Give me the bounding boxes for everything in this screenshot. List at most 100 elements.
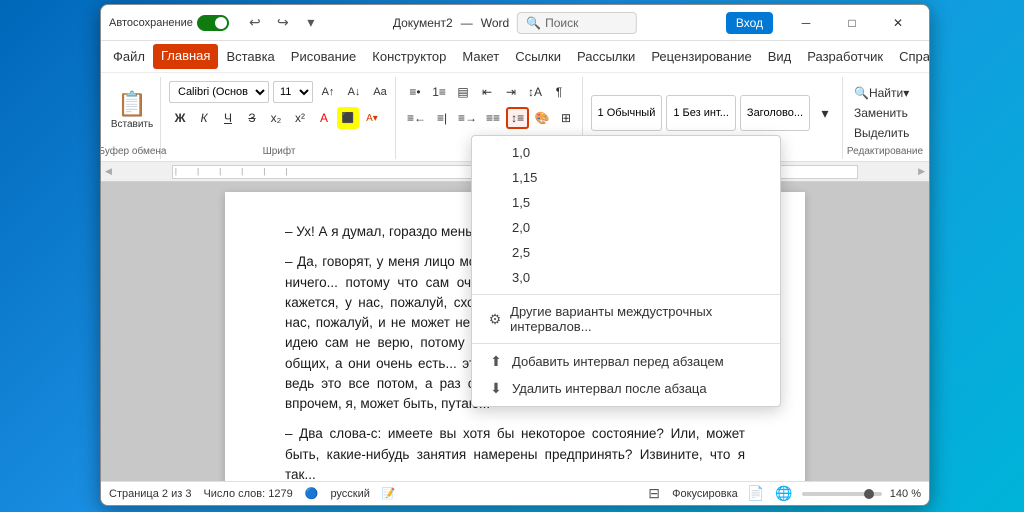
sort-button[interactable]: ↕A: [524, 81, 546, 103]
styles-more-button[interactable]: ▾: [814, 95, 836, 131]
paste-button[interactable]: 📋 Вставить: [111, 84, 153, 138]
ruler-end-indicator: ▶: [918, 166, 925, 177]
strikethrough-button[interactable]: З: [241, 107, 263, 129]
search-box[interactable]: 🔍 Поиск: [517, 12, 637, 34]
undo-button[interactable]: ↩: [243, 11, 267, 35]
settings-icon: ⚙: [488, 311, 502, 328]
menu-item-refs[interactable]: Ссылки: [507, 45, 569, 68]
spacing-1.5[interactable]: 1,5: [472, 190, 780, 215]
underline-button[interactable]: Ч: [217, 107, 239, 129]
spacing-1.15[interactable]: 1,15: [472, 165, 780, 190]
bullets-button[interactable]: ≡•: [404, 81, 426, 103]
spacing-2.0[interactable]: 2,0: [472, 215, 780, 240]
dropdown-divider-1: [472, 294, 780, 295]
subscript-button[interactable]: x₂: [265, 107, 287, 129]
spacing-2.0-label: 2,0: [512, 220, 530, 235]
menu-item-view[interactable]: Вид: [760, 45, 800, 68]
font-size-decrease[interactable]: A↓: [343, 81, 365, 103]
zoom-slider[interactable]: [802, 492, 882, 496]
font-size-increase[interactable]: A↑: [317, 81, 339, 103]
web-layout-button[interactable]: 🌐: [774, 484, 794, 504]
menu-item-dev[interactable]: Разработчик: [799, 45, 891, 68]
menu-item-help[interactable]: Справка: [891, 45, 930, 68]
signin-button[interactable]: Вход: [726, 12, 773, 34]
style-normal-label: 1 Обычный: [598, 107, 656, 119]
clipboard-group: 📋 Вставить Буфер обмена: [105, 77, 161, 159]
multilevel-button[interactable]: ▤: [452, 81, 474, 103]
language-label: русский: [330, 488, 369, 500]
more-options-item[interactable]: ⚙ Другие варианты междустрочных интервал…: [472, 299, 780, 339]
clear-format-button[interactable]: Aa: [369, 81, 391, 103]
print-layout-button[interactable]: 📄: [746, 484, 766, 504]
font-color-button[interactable]: А: [313, 107, 335, 129]
font-size-select[interactable]: 11: [273, 81, 313, 103]
spacing-1.5-label: 1,5: [512, 195, 530, 210]
menu-item-insert[interactable]: Вставка: [218, 45, 282, 68]
track-changes-icon: 📝: [382, 487, 396, 500]
numbering-button[interactable]: 1≡: [428, 81, 450, 103]
borders-button[interactable]: ⊞: [555, 107, 577, 129]
editing-label: Редактирование: [847, 146, 923, 157]
font-family-select[interactable]: Calibri (Основн.): [169, 81, 269, 103]
replace-button[interactable]: Заменить: [851, 103, 911, 123]
page-info: Страница 2 из 3: [109, 488, 191, 500]
superscript-button[interactable]: x²: [289, 107, 311, 129]
clipboard-label: Буфер обмена: [100, 146, 166, 157]
indent-decrease[interactable]: ⇤: [476, 81, 498, 103]
minimize-button[interactable]: ─: [783, 7, 829, 39]
font-group: Calibri (Основн.) 11 A↑ A↓ Aa Ж К Ч З x₂…: [163, 77, 396, 159]
focus-button[interactable]: ⊟: [644, 484, 664, 504]
highlight-button[interactable]: ⬛: [337, 107, 359, 129]
maximize-button[interactable]: □: [829, 7, 875, 39]
menu-item-layout[interactable]: Макет: [454, 45, 507, 68]
bold-button[interactable]: Ж: [169, 107, 191, 129]
focus-label: Фокусировка: [672, 488, 738, 500]
spacing-2.5-label: 2,5: [512, 245, 530, 260]
autosave-area: Автосохранение: [109, 15, 229, 31]
spacing-3.0[interactable]: 3,0: [472, 265, 780, 290]
style-heading-label: Заголово...: [747, 107, 803, 119]
spacing-2.5[interactable]: 2,5: [472, 240, 780, 265]
line-spacing-dropdown: 1,0 1,15 1,5 2,0 2,5 3,0 ⚙ Другие вариан…: [471, 135, 781, 407]
editing-group: 🔍 Найти▾ Заменить Выделить Редактировани…: [845, 77, 925, 159]
italic-button[interactable]: К: [193, 107, 215, 129]
style-normal[interactable]: 1 Обычный: [591, 95, 663, 131]
menu-item-draw[interactable]: Рисование: [283, 45, 364, 68]
align-center[interactable]: ≡|: [431, 107, 453, 129]
menu-item-home[interactable]: Главная: [153, 44, 218, 69]
menu-item-mail[interactable]: Рассылки: [569, 45, 643, 68]
autosave-label: Автосохранение: [109, 17, 193, 29]
select-button[interactable]: Выделить: [851, 123, 912, 143]
shading-button[interactable]: 🎨: [531, 107, 553, 129]
find-button[interactable]: 🔍 Найти▾: [851, 83, 912, 103]
add-before-item[interactable]: ⬆ Добавить интервал перед абзацем: [472, 348, 780, 375]
align-right[interactable]: ≡→: [455, 107, 480, 129]
style-heading[interactable]: Заголово...: [740, 95, 810, 131]
align-justify[interactable]: ≡≡: [482, 107, 504, 129]
indent-increase[interactable]: ⇥: [500, 81, 522, 103]
paste-icon: 📋: [117, 93, 147, 117]
show-marks-button[interactable]: ¶: [548, 81, 570, 103]
menu-bar: Файл Главная Вставка Рисование Конструкт…: [101, 41, 929, 73]
close-button[interactable]: ✕: [875, 7, 921, 39]
redo-button[interactable]: ↪: [271, 11, 295, 35]
customize-qat-button[interactable]: ▾: [299, 11, 323, 35]
style-nospace[interactable]: 1 Без инт...: [666, 95, 736, 131]
paragraph-3: – Два слова-с: имеете вы хотя бы некотор…: [285, 424, 745, 485]
spacing-1.0[interactable]: 1,0: [472, 140, 780, 165]
menu-item-review[interactable]: Рецензирование: [643, 45, 759, 68]
focus-icon: ⊟: [648, 485, 660, 502]
status-bar: Страница 2 из 3 Число слов: 1279 🔵 русск…: [101, 481, 929, 505]
menu-item-file[interactable]: Файл: [105, 45, 153, 68]
align-left[interactable]: ≡←: [404, 107, 429, 129]
font-bg-button[interactable]: A▾: [361, 107, 383, 129]
spacing-1.15-label: 1,15: [512, 170, 537, 185]
find-icon: 🔍: [854, 86, 869, 100]
ruler-indicator: ◀: [105, 166, 112, 177]
autosave-toggle[interactable]: [197, 15, 229, 31]
menu-item-design[interactable]: Конструктор: [364, 45, 454, 68]
line-spacing-button[interactable]: ↕≡: [506, 107, 529, 129]
remove-after-icon: ⬇: [488, 380, 504, 397]
remove-after-item[interactable]: ⬇ Удалить интервал после абзаца: [472, 375, 780, 402]
find-label: Найти: [869, 86, 903, 100]
